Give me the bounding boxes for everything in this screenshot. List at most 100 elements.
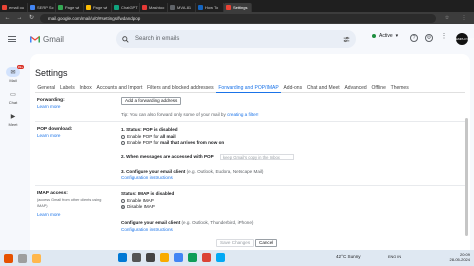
search-bar[interactable]: Search in emails [116, 30, 356, 48]
apps-grid-icon[interactable]: ⋮ [440, 33, 448, 42]
browser-tab[interactable]: Settings [224, 2, 252, 12]
taskbar-app-icon[interactable] [4, 253, 13, 263]
forward-icon[interactable]: → [16, 15, 23, 22]
search-options-icon[interactable] [343, 36, 350, 43]
browser-tab-label: Page wi [93, 4, 108, 10]
browser-tab[interactable]: Mashtoo [140, 2, 168, 12]
nav-item-label: Meet [8, 122, 18, 127]
imap-disable-option[interactable]: Disable IMAP [121, 204, 155, 209]
tab-forwarding-and-pop-imap[interactable]: Forwarding and POP/IMAP [215, 84, 282, 93]
tab-chat-and-meet[interactable]: Chat and Meet [304, 84, 342, 93]
taskbar-app-icon[interactable] [32, 253, 41, 263]
nav-item-meet[interactable]: ▶ Meet [0, 111, 26, 128]
forwarding-learn-more-link[interactable]: Learn more [37, 104, 61, 109]
os-taskbar: 42°C Sunny ENG IN 20:09 28-05-2024 [0, 250, 474, 266]
nav-item-label: Mail [9, 78, 17, 83]
save-changes-button[interactable]: Save Changes [216, 239, 255, 247]
gear-icon[interactable]: ⚙ [425, 34, 433, 42]
pop-step3-note: (e.g. Outlook, Eudora, Netscape Mail) [186, 169, 264, 174]
create-filter-link[interactable]: creating a filter! [227, 112, 258, 117]
browser-tab[interactable]: MVA-81 [168, 2, 196, 12]
pop-download-label: POP download: [37, 127, 73, 132]
back-icon[interactable]: ← [4, 15, 11, 22]
search-taskbar-icon[interactable] [132, 253, 141, 262]
browser-tab-label: MVA-81 [177, 4, 192, 10]
gmail-header: Gmail Search in emails Active ▾ ? ⚙ ⋮ EM… [0, 24, 474, 54]
chevron-down-icon: ▾ [395, 33, 399, 39]
page-title: Settings [35, 68, 68, 78]
language-indicator[interactable]: ENG IN [388, 255, 401, 259]
browser-tab[interactable]: email ou [0, 2, 28, 12]
tab-offline[interactable]: Offline [369, 84, 388, 93]
cancel-button[interactable]: Cancel [255, 239, 278, 247]
scrollbar[interactable] [465, 118, 468, 236]
tab-favicon-icon [170, 4, 175, 10]
browser-tab-strip: email ou SERP Sc Page wi Page wi ChatGPT Mash… [0, 0, 474, 12]
taskbar-app-icon[interactable] [18, 253, 27, 263]
reload-icon[interactable]: ↻ [28, 15, 35, 22]
tab-advanced[interactable]: Advanced [342, 84, 369, 93]
tab-inbox[interactable]: Inbox [77, 84, 94, 93]
imap-config-instructions-link[interactable]: Configuration instructions [121, 227, 173, 232]
pop-option-from-now[interactable]: Enable POP for mail that arrives from no… [121, 140, 224, 145]
radio-imap-enable[interactable] [121, 198, 125, 203]
pop-action-select[interactable]: keep Gmail's copy in the Inbox [220, 154, 294, 160]
settings-tab-bar: General Labels Inbox Accounts and Import Fil… [35, 84, 465, 93]
search-input[interactable]: Search in emails [135, 36, 337, 42]
pop-option-all-mail[interactable]: Enable POP for all mail [121, 134, 176, 139]
browser-tab-label: SERP Sc [37, 4, 54, 10]
url-field[interactable]: mail.google.com/mail/u/0/#settings/fwdan… [40, 13, 436, 23]
mail-icon: ✉ 99+ [6, 65, 24, 77]
file-explorer-icon[interactable] [160, 253, 169, 262]
pop-opt1-prefix: Enable POP for [127, 134, 159, 139]
radio-pop-all[interactable] [121, 134, 125, 139]
imap-learn-more-link[interactable]: Learn more [37, 212, 61, 217]
extensions-icon[interactable]: ⋮ [458, 15, 470, 21]
search-icon[interactable] [122, 35, 129, 43]
taskbar-app-icon[interactable] [188, 253, 197, 262]
imap-access-label: IMAP access: [37, 191, 68, 196]
radio-pop-now[interactable] [121, 140, 125, 145]
hamburger-menu-icon[interactable] [8, 36, 16, 42]
browser-tab[interactable]: Page wi [84, 2, 112, 12]
gmail-logo[interactable]: Gmail [30, 35, 64, 44]
help-icon[interactable]: ? [410, 34, 418, 42]
clock[interactable]: 20:09 28-05-2024 [450, 252, 470, 262]
video-icon: ▶ [10, 113, 16, 120]
imap-enable-option[interactable]: Enable IMAP [121, 198, 154, 203]
tab-add-ons[interactable]: Add-ons [281, 84, 304, 93]
tab-accounts-and-import[interactable]: Accounts and Import [94, 84, 145, 93]
radio-imap-disable[interactable] [121, 204, 125, 209]
tab-themes[interactable]: Themes [388, 84, 411, 93]
forwarding-label: Forwarding: [37, 98, 65, 103]
tab-favicon-icon [226, 4, 231, 10]
nav-item-mail[interactable]: ✉ 99+ Mail [0, 65, 26, 83]
add-forwarding-address-button[interactable]: Add a forwarding address [121, 97, 182, 105]
pop-config-instructions-link[interactable]: Configuration instructions [121, 175, 173, 180]
task-view-icon[interactable] [146, 253, 155, 262]
active-dot-icon [372, 34, 376, 38]
divider [35, 121, 465, 122]
nav-item-chat[interactable]: ▭ Chat [0, 89, 26, 106]
tab-general[interactable]: General [35, 84, 58, 93]
avatar[interactable]: EMPLOYEES [456, 33, 474, 45]
divider [35, 185, 465, 186]
windows-start-icon[interactable] [118, 253, 127, 262]
browser-tab[interactable]: ChatGPT [112, 2, 140, 12]
browser-tab-label: Page wi [65, 4, 80, 10]
star-icon[interactable]: ☆ [441, 15, 453, 21]
tab-favicon-icon [2, 4, 7, 10]
browser-tab[interactable]: SERP Sc [28, 2, 56, 12]
tab-filters-and-blocked-addresses[interactable]: Filters and blocked addresses [145, 84, 216, 93]
imap-disable-label: Disable IMAP [127, 204, 155, 209]
chrome-icon[interactable] [174, 253, 183, 262]
browser-tab[interactable]: How To [196, 2, 224, 12]
status-indicator[interactable]: Active ▾ [372, 33, 398, 39]
pop-learn-more-link[interactable]: Learn more [37, 133, 61, 138]
taskbar-app-icon[interactable] [216, 253, 225, 262]
taskbar-app-icon[interactable] [202, 253, 211, 262]
tab-labels[interactable]: Labels [58, 84, 78, 93]
weather-widget[interactable]: 42°C Sunny [336, 254, 361, 259]
browser-tab[interactable]: Page wi [56, 2, 84, 12]
pop-status: 1. Status: POP is disabled [121, 127, 178, 132]
